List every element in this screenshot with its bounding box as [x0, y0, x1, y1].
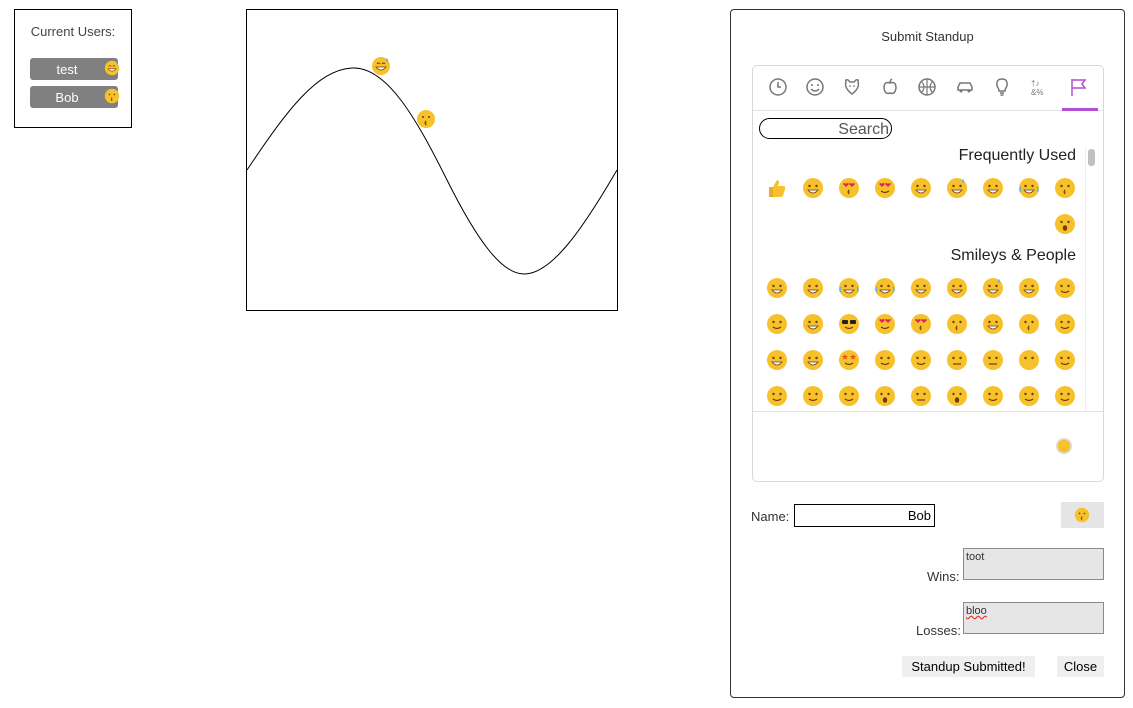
recent-clock-icon[interactable] — [767, 76, 789, 98]
emoji-preview-icon — [1055, 437, 1073, 455]
grinning-sweat-emoji-icon[interactable] — [946, 177, 968, 199]
objects-bulb-icon[interactable] — [991, 76, 1013, 98]
close-button[interactable]: Close — [1057, 656, 1104, 677]
thumbs-up-emoji-icon[interactable] — [766, 177, 788, 199]
hugging-emoji-icon[interactable] — [802, 349, 824, 371]
section-label-frequent: Frequently Used — [958, 147, 1076, 164]
sleeping-emoji-icon[interactable] — [1054, 385, 1076, 407]
star-struck-emoji-icon[interactable] — [838, 349, 860, 371]
open-mouth-emoji-icon[interactable] — [874, 385, 896, 407]
kissing-heart-emoji-icon[interactable] — [838, 177, 860, 199]
grinning-sweat-face-icon — [104, 60, 120, 76]
grinning-emoji-icon[interactable] — [802, 177, 824, 199]
losses-text: bloo — [966, 605, 987, 617]
expressionless-emoji-icon[interactable] — [982, 349, 1004, 371]
svg-text:&%: &% — [1031, 88, 1043, 97]
grinning-sweat-emoji-icon[interactable] — [982, 277, 1004, 299]
animal-icon[interactable] — [841, 76, 863, 98]
modal-title: Submit Standup — [881, 29, 974, 44]
emoji-list: Frequently Used Smileys & People — [753, 144, 1103, 412]
user-pill-test: test — [30, 58, 120, 80]
kissing-closed-eyes-emoji-icon[interactable] — [1018, 313, 1040, 335]
kissing-face-icon — [104, 88, 120, 104]
submit-standup-modal: Submit Standup †♪ &% Search Frequently Us… — [730, 9, 1125, 698]
beaming-emoji-icon[interactable] — [802, 277, 824, 299]
persevering-emoji-icon[interactable] — [802, 385, 824, 407]
kissing-face-icon — [1074, 507, 1090, 523]
active-category-indicator — [1062, 108, 1098, 111]
grin-emoji-icon[interactable] — [946, 277, 968, 299]
losses-textarea[interactable]: bloo — [963, 602, 1104, 634]
squinting-laugh-emoji-icon[interactable] — [910, 177, 932, 199]
tears-of-joy-emoji-icon[interactable] — [838, 277, 860, 299]
raised-eyebrow-emoji-icon[interactable] — [910, 349, 932, 371]
screaming-emoji-icon[interactable] — [1054, 213, 1076, 235]
rolling-eyes-emoji-icon[interactable] — [1054, 349, 1076, 371]
current-users-panel: Current Users: test Bob — [14, 9, 132, 128]
heart-eyes-emoji-icon[interactable] — [874, 177, 896, 199]
animation-canvas — [246, 9, 618, 311]
yum-emoji-icon[interactable] — [802, 313, 824, 335]
kissing-emoji-icon[interactable] — [1054, 177, 1076, 199]
grinning-sweat-face-icon — [372, 57, 390, 75]
food-apple-icon[interactable] — [879, 76, 901, 98]
emoji-picker: †♪ &% Search Frequently Used Smileys & Pe… — [752, 65, 1104, 482]
sleepy-emoji-icon[interactable] — [982, 385, 1004, 407]
rolling-laugh-emoji-icon[interactable] — [874, 277, 896, 299]
sad-relieved-emoji-icon[interactable] — [838, 385, 860, 407]
losses-label: Losses: — [916, 623, 961, 638]
wins-label: Wins: — [927, 569, 960, 584]
sine-wave-curve — [247, 67, 617, 275]
emoji-scrollbar-thumb[interactable] — [1088, 149, 1095, 166]
activity-ball-icon[interactable] — [916, 76, 938, 98]
smiling-blush-emoji-icon[interactable] — [766, 313, 788, 335]
current-users-title: Current Users: — [30, 24, 116, 39]
big-smile-emoji-icon[interactable] — [910, 277, 932, 299]
smiley-icon[interactable] — [804, 76, 826, 98]
squinting-laugh-emoji-icon[interactable] — [1018, 277, 1040, 299]
relaxed-emoji-icon[interactable] — [1054, 313, 1076, 335]
emoji-select-button[interactable] — [1061, 502, 1104, 528]
emoji-category-bar: †♪ &% — [753, 66, 1103, 111]
neutral-emoji-icon[interactable] — [946, 349, 968, 371]
user-pill-bob: Bob — [30, 86, 120, 108]
thinking-emoji-icon[interactable] — [874, 349, 896, 371]
user-name: Bob — [55, 90, 79, 105]
svg-text:†♪: †♪ — [1031, 79, 1039, 88]
standup-submit-button[interactable]: Standup Submitted! — [902, 656, 1035, 677]
wins-textarea[interactable]: toot — [963, 548, 1104, 580]
tired-emoji-icon[interactable] — [1018, 385, 1040, 407]
kissing-smile-emoji-icon[interactable] — [982, 313, 1004, 335]
kissing-emoji-icon[interactable] — [946, 313, 968, 335]
tears-of-joy-emoji-icon[interactable] — [1018, 177, 1040, 199]
flags-icon[interactable] — [1068, 76, 1090, 98]
heart-eyes-emoji-icon[interactable] — [874, 313, 896, 335]
emoji-search-input[interactable]: Search — [759, 118, 892, 139]
grinning-emoji-icon[interactable] — [766, 277, 788, 299]
no-mouth-emoji-icon[interactable] — [1018, 349, 1040, 371]
name-label: Name: — [751, 509, 790, 524]
winking-tongue-emoji-icon[interactable] — [982, 177, 1004, 199]
section-label-smileys: Smileys & People — [950, 247, 1076, 264]
sunglasses-emoji-icon[interactable] — [838, 313, 860, 335]
travel-car-icon[interactable] — [954, 76, 976, 98]
slight-smile-emoji-icon[interactable] — [766, 349, 788, 371]
emoji-scrollbar[interactable] — [1085, 146, 1096, 411]
smirk-emoji-icon[interactable] — [766, 385, 788, 407]
wink-emoji-icon[interactable] — [1054, 277, 1076, 299]
hushed-emoji-icon[interactable] — [946, 385, 968, 407]
zipper-mouth-emoji-icon[interactable] — [910, 385, 932, 407]
name-input[interactable]: Bob — [794, 504, 935, 527]
user-name: test — [56, 62, 78, 77]
kissing-face-icon — [417, 110, 435, 128]
kissing-heart-emoji-icon[interactable] — [910, 313, 932, 335]
symbols-icon[interactable]: †♪&% — [1029, 76, 1051, 98]
